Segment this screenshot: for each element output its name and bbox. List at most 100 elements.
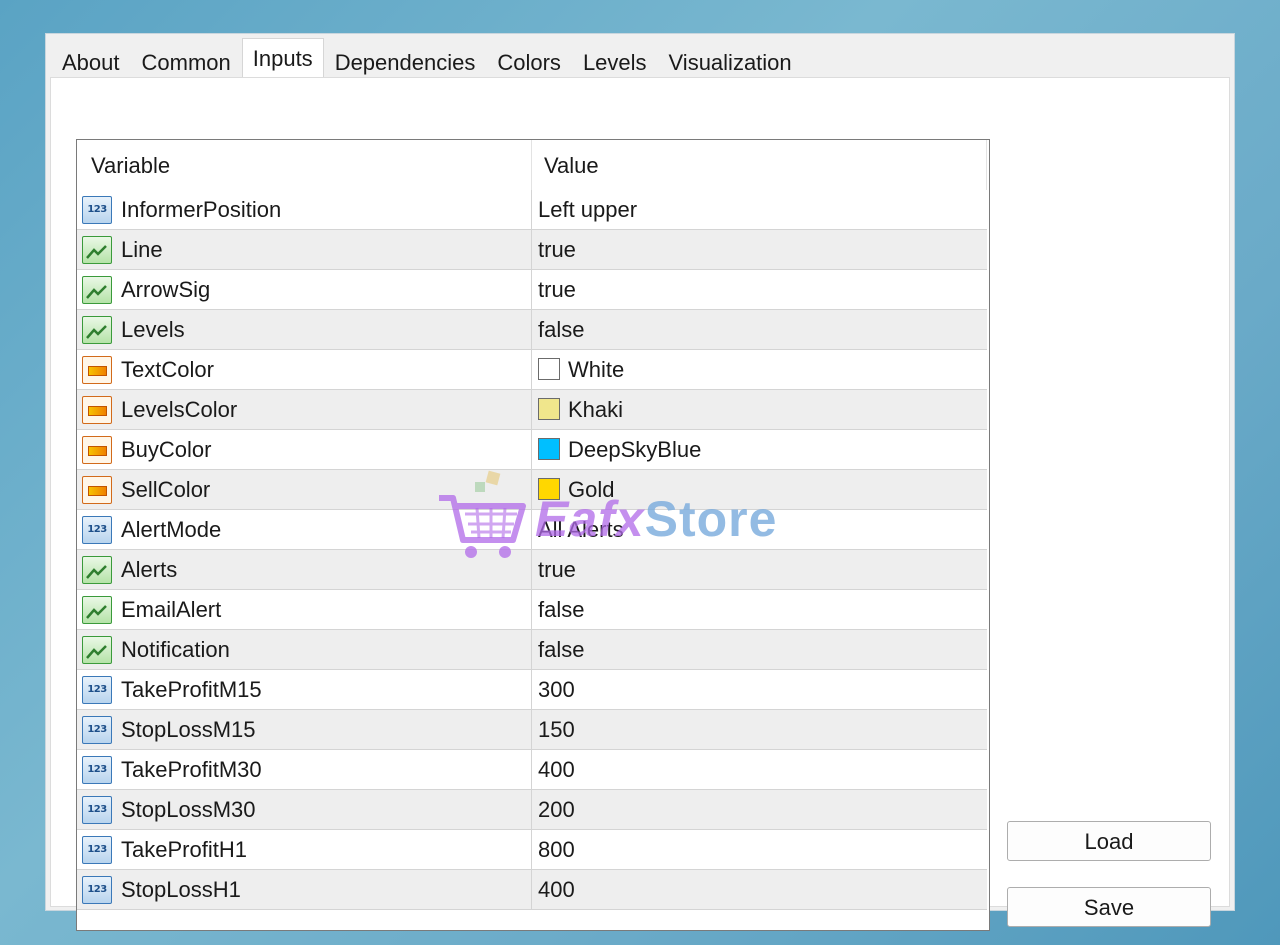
color-swatch[interactable] — [538, 398, 560, 421]
value-cell[interactable]: 400 — [532, 750, 987, 789]
variable-value: White — [568, 357, 625, 382]
number-type-icon: 123 — [82, 756, 112, 784]
table-row[interactable]: TextColor White — [77, 350, 987, 390]
value-cell[interactable]: true — [532, 550, 987, 589]
table-row[interactable]: 123 TakeProfitM15 300 — [77, 670, 987, 710]
table-row[interactable]: Levels false — [77, 310, 987, 350]
table-row[interactable]: Alerts true — [77, 550, 987, 590]
variable-name: Notification — [121, 637, 230, 662]
variable-name: ArrowSig — [121, 277, 211, 302]
variable-name: TakeProfitM15 — [121, 677, 262, 702]
color-swatch[interactable] — [538, 358, 560, 381]
tab-common[interactable]: Common — [131, 43, 242, 80]
table-row[interactable]: 123 StopLossM15 150 — [77, 710, 987, 750]
tab-levels[interactable]: Levels — [572, 43, 658, 80]
variable-cell: 123 StopLossH1 — [77, 870, 532, 909]
variable-value: All Alerts — [538, 517, 624, 542]
table-row[interactable]: Notification false — [77, 630, 987, 670]
variable-name: TakeProfitH1 — [121, 837, 247, 862]
table-row[interactable]: ArrowSig true — [77, 270, 987, 310]
value-cell[interactable]: 300 — [532, 670, 987, 709]
color-type-icon — [82, 476, 112, 504]
variable-cell: Alerts — [77, 550, 532, 589]
variable-cell: LevelsColor — [77, 390, 532, 429]
table-row[interactable]: 123 TakeProfitH1 800 — [77, 830, 987, 870]
variable-value: false — [538, 597, 585, 622]
input-parameters-dialog: About Common Inputs Dependencies Colors … — [46, 34, 1234, 931]
value-cell[interactable]: DeepSkyBlue — [532, 430, 987, 469]
variable-cell: 123 TakeProfitH1 — [77, 830, 532, 869]
boolean-type-icon — [82, 636, 112, 664]
variable-name: Line — [121, 237, 163, 262]
value-cell[interactable]: true — [532, 270, 987, 309]
value-cell[interactable]: All Alerts — [532, 510, 987, 549]
variable-value: 150 — [538, 717, 575, 742]
boolean-type-icon — [82, 596, 112, 624]
value-cell[interactable]: Left upper — [532, 190, 987, 229]
variable-cell: 123 TakeProfitM30 — [77, 750, 532, 789]
variable-cell: 123 StopLossM30 — [77, 790, 532, 829]
variable-value: 200 — [538, 797, 575, 822]
variable-name: StopLossM30 — [121, 797, 256, 822]
variable-name: Levels — [121, 317, 185, 342]
tab-colors[interactable]: Colors — [486, 43, 572, 80]
value-cell[interactable]: false — [532, 630, 987, 669]
color-type-icon — [82, 436, 112, 464]
value-cell[interactable]: White — [532, 350, 987, 389]
load-button[interactable]: Load — [1007, 821, 1211, 861]
variable-name: Alerts — [121, 557, 178, 582]
table-row[interactable]: EmailAlert false — [77, 590, 987, 630]
variable-value: true — [538, 277, 576, 302]
number-type-icon: 123 — [82, 676, 112, 704]
variable-cell: Notification — [77, 630, 532, 669]
variable-cell: EmailAlert — [77, 590, 532, 629]
variable-name: BuyColor — [121, 437, 212, 462]
variable-value: false — [538, 637, 585, 662]
table-row[interactable]: 123 StopLossM30 200 — [77, 790, 987, 830]
table-row[interactable]: BuyColor DeepSkyBlue — [77, 430, 987, 470]
table-row[interactable]: 123 AlertMode All Alerts — [77, 510, 987, 550]
variable-name: TakeProfitM30 — [121, 757, 262, 782]
value-cell[interactable]: Khaki — [532, 390, 987, 429]
number-type-icon: 123 — [82, 716, 112, 744]
variable-value: 300 — [538, 677, 575, 702]
table-row[interactable]: 123 TakeProfitM30 400 — [77, 750, 987, 790]
value-cell[interactable]: 200 — [532, 790, 987, 829]
color-swatch[interactable] — [538, 438, 560, 461]
value-cell[interactable]: 400 — [532, 870, 987, 909]
color-swatch[interactable] — [538, 478, 560, 501]
value-cell[interactable]: 800 — [532, 830, 987, 869]
table-row[interactable]: LevelsColor Khaki — [77, 390, 987, 430]
variable-value: 800 — [538, 837, 575, 862]
column-header-value[interactable]: Value — [532, 140, 987, 190]
table-row[interactable]: SellColor Gold — [77, 470, 987, 510]
table-row[interactable]: Line true — [77, 230, 987, 270]
tab-visualization[interactable]: Visualization — [658, 43, 803, 80]
variable-value: true — [538, 557, 576, 582]
grid-rows: 123 InformerPosition Left upper Line true Arr… — [77, 190, 987, 910]
table-row[interactable]: 123 StopLossH1 400 — [77, 870, 987, 910]
value-cell[interactable]: false — [532, 310, 987, 349]
variable-cell: ArrowSig — [77, 270, 532, 309]
value-cell[interactable]: 150 — [532, 710, 987, 749]
color-type-icon — [82, 396, 112, 424]
value-cell[interactable]: false — [532, 590, 987, 629]
column-header-variable[interactable]: Variable — [77, 140, 532, 190]
variable-value: 400 — [538, 757, 575, 782]
variable-value: DeepSkyBlue — [568, 437, 702, 462]
tab-bar: About Common Inputs Dependencies Colors … — [51, 38, 803, 81]
tab-about[interactable]: About — [51, 43, 131, 80]
number-type-icon: 123 — [82, 796, 112, 824]
tab-dependencies[interactable]: Dependencies — [324, 43, 487, 80]
value-cell[interactable]: true — [532, 230, 987, 269]
tab-inputs[interactable]: Inputs — [241, 38, 324, 81]
variable-cell: SellColor — [77, 470, 532, 509]
color-type-icon — [82, 356, 112, 384]
table-row[interactable]: 123 InformerPosition Left upper — [77, 190, 987, 230]
grid-header: Variable Value — [77, 140, 987, 190]
value-cell[interactable]: Gold — [532, 470, 987, 509]
variable-name: EmailAlert — [121, 597, 222, 622]
inputs-grid: Variable Value 123 InformerPosition Left u… — [76, 139, 990, 931]
save-button[interactable]: Save — [1007, 887, 1211, 927]
variable-name: LevelsColor — [121, 397, 238, 422]
